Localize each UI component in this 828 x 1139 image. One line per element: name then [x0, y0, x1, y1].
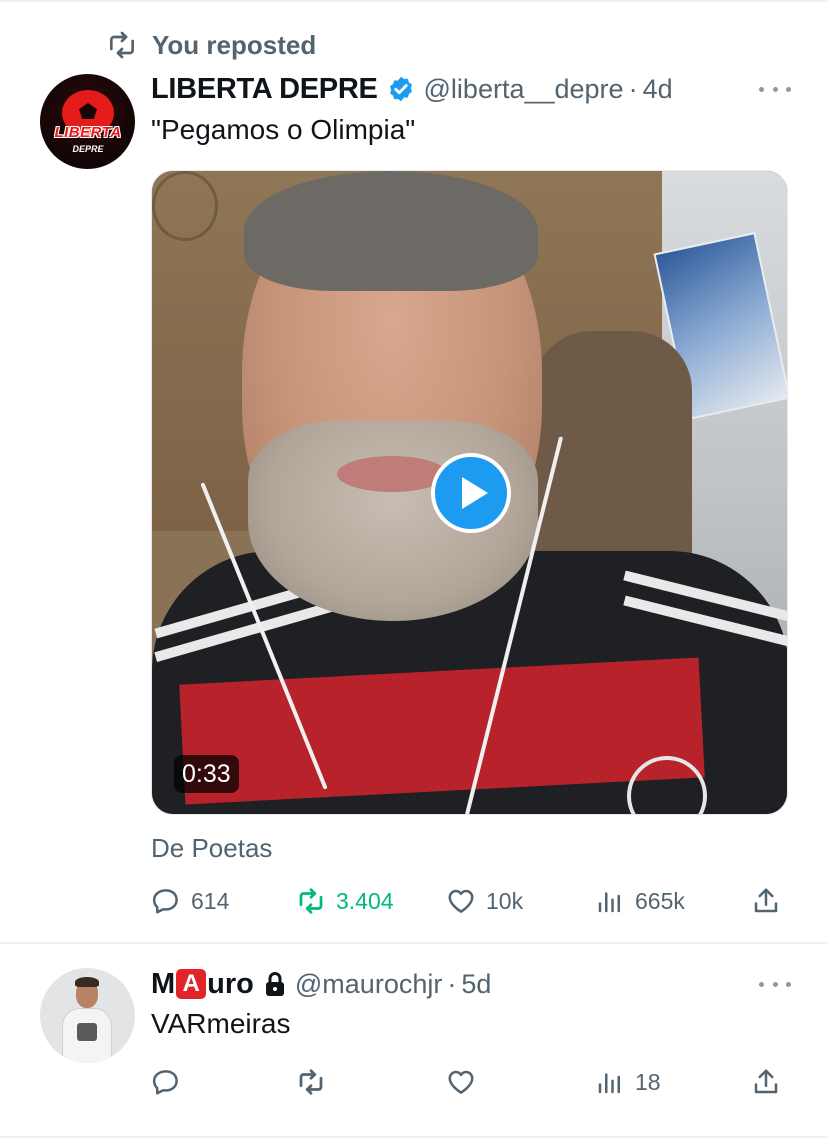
tweet-header: M A uro @maurochjr · 5d — [151, 965, 791, 1003]
action-bar: 614 3.404 10k 665k — [151, 881, 791, 921]
letter-a-emoji-icon: A — [176, 969, 207, 999]
avatar-hair — [75, 977, 99, 987]
analytics-icon — [598, 892, 620, 913]
more-options-icon[interactable] — [759, 74, 791, 104]
repost-icon — [299, 1069, 323, 1095]
share-icon — [754, 1069, 778, 1094]
repost-button[interactable]: 3.404 — [296, 881, 394, 921]
display-name[interactable]: M A uro — [151, 968, 254, 1001]
like-count: 10k — [486, 887, 524, 914]
tweet-divider — [0, 942, 828, 944]
top-divider — [0, 0, 828, 2]
display-name-prefix: M — [151, 967, 176, 1000]
heart-icon — [448, 1070, 474, 1094]
tweet-divider — [0, 1136, 828, 1138]
separator: · — [628, 73, 638, 104]
repost-icon — [106, 29, 138, 61]
display-name[interactable]: LIBERTA DEPRE — [151, 73, 378, 106]
share-button[interactable] — [751, 881, 781, 921]
avatar-logo-subtext: DEPRE — [72, 144, 104, 154]
avatar-logo-text: LIBERTA — [54, 124, 122, 141]
repost-button[interactable] — [296, 1062, 336, 1102]
views-count: 665k — [635, 887, 685, 914]
share-button[interactable] — [751, 1062, 781, 1102]
reply-icon — [152, 1070, 178, 1095]
play-button[interactable] — [431, 453, 511, 533]
reply-button[interactable] — [151, 1062, 191, 1102]
person-hair — [244, 171, 538, 291]
timestamp[interactable]: 5d — [461, 969, 491, 1000]
video-duration: 0:33 — [174, 755, 239, 793]
lock-icon — [264, 971, 286, 997]
tweet-header: LIBERTA DEPRE @liberta__depre · 4d — [151, 70, 791, 108]
avatar[interactable] — [40, 968, 135, 1063]
handle[interactable]: @maurochjr — [295, 969, 442, 1000]
action-bar: 18 — [151, 1062, 791, 1102]
avatar[interactable]: LIBERTA DEPRE — [40, 74, 135, 169]
display-name-suffix: uro — [207, 967, 254, 1000]
views-count: 18 — [635, 1068, 661, 1095]
like-button[interactable] — [446, 1062, 486, 1102]
more-options-icon[interactable] — [759, 969, 791, 999]
avatar-shirt-print — [77, 1023, 97, 1041]
reply-button[interactable]: 614 — [151, 881, 229, 921]
wall-stamp — [152, 171, 218, 241]
source-label[interactable]: De Poetas — [151, 833, 272, 864]
analytics-icon — [598, 1073, 620, 1094]
timestamp[interactable]: 4d — [643, 74, 673, 105]
like-button[interactable]: 10k — [446, 881, 523, 921]
repost-label: You reposted — [152, 29, 317, 60]
views-button[interactable]: 18 — [595, 1062, 661, 1102]
tweet-text: "Pegamos o Olimpia" — [151, 114, 416, 145]
reply-count: 614 — [191, 887, 230, 914]
views-button[interactable]: 665k — [595, 881, 685, 921]
heart-icon — [448, 889, 474, 913]
tweet-text: VARmeiras — [151, 1008, 291, 1039]
repost-count: 3.404 — [336, 887, 394, 914]
video-player[interactable]: 0:33 — [151, 170, 788, 815]
handle[interactable]: @liberta__depre — [424, 74, 624, 105]
separator: · — [447, 968, 457, 999]
repost-indicator: You reposted — [106, 28, 316, 62]
play-icon — [462, 477, 488, 509]
verified-badge-icon[interactable] — [387, 75, 415, 103]
repost-icon — [299, 888, 323, 914]
share-icon — [754, 888, 778, 913]
reply-icon — [152, 889, 178, 914]
